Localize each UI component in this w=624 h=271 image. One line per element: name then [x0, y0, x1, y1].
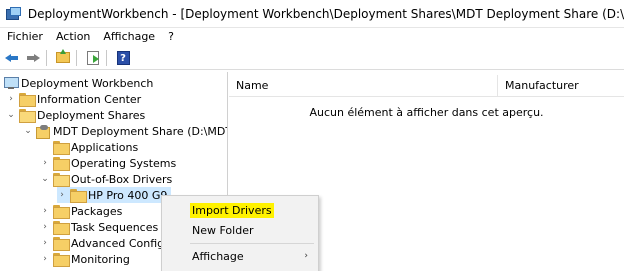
tree-item-deployment-workbench[interactable]: Deployment Workbench	[4, 75, 153, 91]
chevron-right-icon[interactable]: ›	[40, 254, 50, 264]
tree-item-out-of-box-drivers[interactable]: ⌄ Out-of-Box Drivers	[40, 171, 172, 187]
menu-separator	[190, 243, 314, 244]
context-menu-affichage[interactable]: Affichage ›	[162, 245, 318, 267]
folder-icon	[70, 189, 87, 203]
context-menu-item-label: Import Drivers	[190, 202, 274, 218]
export-button[interactable]	[84, 49, 102, 67]
tree-item-task-sequences[interactable]: › Task Sequences	[40, 219, 158, 235]
menu-help[interactable]: ?	[161, 29, 180, 45]
folder-icon	[53, 141, 70, 155]
toolbar: ?	[0, 46, 624, 70]
up-folder-icon	[56, 49, 70, 63]
computer-icon	[4, 76, 19, 90]
chevron-right-icon[interactable]: ›	[40, 206, 50, 216]
back-button[interactable]	[3, 49, 21, 67]
chevron-right-icon[interactable]: ›	[57, 190, 67, 200]
help-icon: ?	[116, 50, 130, 65]
context-menu-import-drivers[interactable]: Import Drivers	[162, 199, 318, 221]
tree-item-label: Packages	[71, 204, 123, 218]
tree-item-label: HP Pro 400 G9	[88, 188, 168, 202]
chevron-down-icon[interactable]: ⌄	[40, 174, 50, 184]
chevron-down-icon[interactable]: ⌄	[23, 126, 33, 136]
tree-item-label: Deployment Shares	[37, 108, 146, 122]
toolbar-separator	[76, 49, 77, 66]
tree-item-applications[interactable]: Applications	[53, 139, 138, 155]
tree-item-label: Monitoring	[71, 252, 130, 266]
tree-item-monitoring[interactable]: › Monitoring	[40, 251, 130, 267]
folder-icon	[53, 173, 70, 187]
chevron-down-icon[interactable]: ⌄	[6, 110, 16, 120]
context-menu: Import Drivers New Folder Affichage ›	[161, 195, 319, 271]
tree-item-label: Information Center	[37, 92, 142, 106]
menu-affichage[interactable]: Affichage	[96, 29, 161, 45]
tree-item-label: Task Sequences	[71, 220, 159, 234]
tree-item-label: Out-of-Box Drivers	[71, 172, 173, 186]
title-bar: DeploymentWorkbench - [Deployment Workbe…	[0, 0, 624, 28]
list-header: Name Manufacturer	[229, 75, 624, 97]
tree-item-hp-pro-400-g9[interactable]: › HP Pro 400 G9	[57, 187, 172, 203]
help-button[interactable]: ?	[114, 49, 132, 67]
window-title: DeploymentWorkbench - [Deployment Workbe…	[27, 6, 624, 21]
tree-item-advanced-configuration[interactable]: › Advanced Configu	[40, 235, 171, 251]
tree-item-label: MDT Deployment Share (D:\MDT)	[53, 124, 228, 138]
folder-icon	[19, 109, 36, 123]
chevron-right-icon[interactable]: ›	[40, 238, 50, 248]
folder-icon	[53, 253, 70, 267]
tree-item-label: Advanced Configu	[71, 236, 172, 250]
forward-button[interactable]	[24, 49, 42, 67]
context-menu-item-label: Affichage	[192, 249, 244, 263]
tree-item-operating-systems[interactable]: › Operating Systems	[40, 155, 176, 171]
folder-icon	[19, 93, 36, 107]
tree-item-label: Applications	[71, 140, 139, 154]
forward-icon	[26, 53, 40, 63]
folder-icon	[53, 221, 70, 235]
tree-item-information-center[interactable]: › Information Center	[6, 91, 141, 107]
context-menu-item-label: New Folder	[192, 223, 254, 237]
chevron-right-icon[interactable]: ›	[40, 222, 50, 232]
tree-item-mdt-deployment-share[interactable]: ⌄ MDT Deployment Share (D:\MDT)	[23, 123, 228, 139]
chevron-right-icon[interactable]: ›	[6, 94, 16, 104]
menu-bar: Fichier Action Affichage ?	[0, 28, 624, 46]
menu-fichier[interactable]: Fichier	[0, 29, 49, 45]
toolbar-separator	[46, 49, 47, 66]
context-menu-new-folder[interactable]: New Folder	[162, 219, 318, 241]
submenu-arrow-icon: ›	[304, 251, 308, 261]
chevron-right-icon[interactable]: ›	[40, 158, 50, 168]
tree-item-packages[interactable]: › Packages	[40, 203, 122, 219]
folder-icon	[53, 205, 70, 219]
empty-list-message: Aucun élément à afficher dans cet aperçu…	[309, 106, 544, 119]
back-icon	[5, 53, 19, 63]
menu-action[interactable]: Action	[49, 29, 96, 45]
deployment-share-icon	[36, 124, 50, 139]
tree-item-label: Deployment Workbench	[21, 76, 154, 90]
folder-icon	[53, 157, 70, 171]
folder-icon	[53, 237, 70, 251]
tree-item-label: Operating Systems	[71, 156, 177, 170]
column-header-name[interactable]: Name	[229, 75, 498, 96]
up-folder-button[interactable]	[54, 49, 72, 67]
tree-item-deployment-shares[interactable]: ⌄ Deployment Shares	[6, 107, 145, 123]
toolbar-separator	[106, 49, 107, 66]
column-header-manufacturer[interactable]: Manufacturer	[498, 75, 624, 96]
export-icon	[87, 50, 99, 65]
app-icon	[6, 6, 22, 21]
